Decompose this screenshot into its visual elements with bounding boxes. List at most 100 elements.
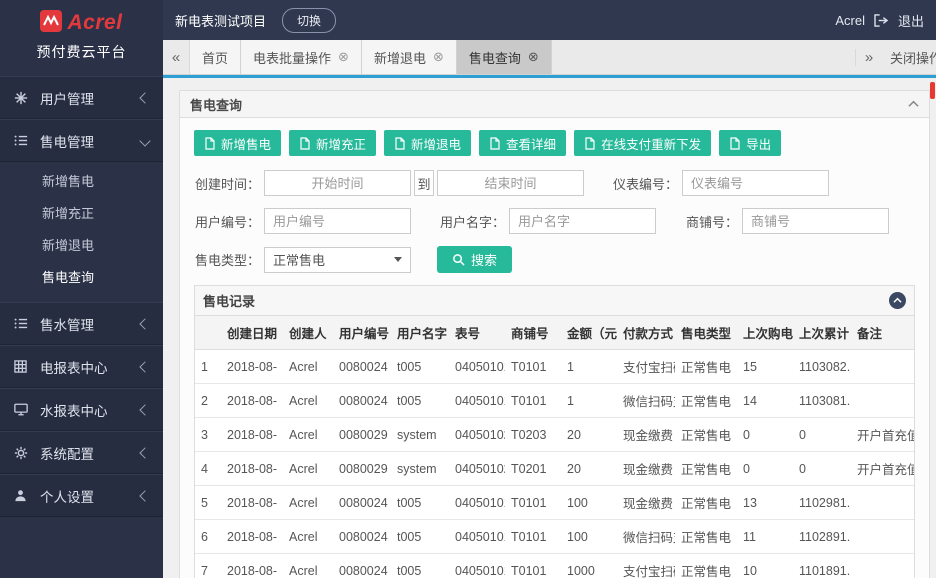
acrel-logo-icon: [40, 10, 62, 35]
table-row[interactable]: 12018-08-Acrel0080024t00504050101T01011支…: [195, 350, 914, 384]
table-cell: 开户首充值: [851, 418, 914, 452]
table-cell: 2018-08-: [221, 486, 283, 520]
toolbar-button-online-pay-reissue[interactable]: 在线支付重新下发: [574, 130, 711, 156]
table-row[interactable]: 62018-08-Acrel0080024t00504050101T010110…: [195, 520, 914, 554]
sidebar-subitem-new-sale[interactable]: 新增售电: [0, 166, 163, 198]
table-cell: T0203: [505, 418, 561, 452]
user-no-input[interactable]: [264, 208, 411, 234]
table-row[interactable]: 22018-08-Acrel0080024t00504050101T01011微…: [195, 384, 914, 418]
chevron-left-icon: [139, 404, 150, 415]
toolbar-button-view-detail[interactable]: 查看详细: [479, 130, 566, 156]
sidebar-item-water-report-center[interactable]: 水报表中心: [0, 388, 163, 431]
user-name-input[interactable]: [509, 208, 656, 234]
toolbar-button-new-sale[interactable]: 新增售电: [194, 130, 281, 156]
start-time-input[interactable]: [264, 170, 411, 196]
table-row[interactable]: 52018-08-Acrel0080024t00504050101T010110…: [195, 486, 914, 520]
shop-no-input[interactable]: [742, 208, 889, 234]
sidebar-subitem-new-correction[interactable]: 新增充正: [0, 198, 163, 230]
tab-sale-query[interactable]: 售电查询⊗: [457, 40, 552, 74]
sale-type-value: 正常售电: [273, 250, 325, 269]
sidebar-item-system-config[interactable]: 系统配置: [0, 431, 163, 474]
end-time-input[interactable]: [437, 170, 584, 196]
report-grid-icon: [14, 360, 31, 373]
tab-home[interactable]: 首页: [190, 40, 241, 74]
scrollbar-thumb[interactable]: [930, 82, 935, 99]
table-cell: [851, 384, 914, 418]
sidebar-item-sale-management[interactable]: 售电管理: [0, 119, 163, 162]
panel-collapse-circle-icon[interactable]: [889, 292, 906, 309]
table-cell: [851, 486, 914, 520]
table-cell: 正常售电: [675, 350, 737, 384]
table-cell: 正常售电: [675, 384, 737, 418]
switch-project-button[interactable]: 切换: [282, 8, 336, 33]
submenu-sale-management: 新增售电新增充正新增退电售电查询: [0, 162, 163, 302]
table-cell: 1: [561, 384, 617, 418]
tabs-scroll-right-icon[interactable]: »: [855, 49, 882, 66]
table-row[interactable]: 42018-08-Acrel0080029system04050102T0201…: [195, 452, 914, 486]
user-icon: [14, 489, 31, 502]
tab-new-refund[interactable]: 新增退电⊗: [362, 40, 457, 74]
table-cell: 正常售电: [675, 520, 737, 554]
table-cell: 1102981.: [793, 486, 851, 520]
chevron-left-icon: [139, 318, 150, 329]
table-cell: T0201: [505, 452, 561, 486]
tab-meter-batch-ops[interactable]: 电表批量操作⊗: [241, 40, 362, 74]
table-cell: 2018-08-: [221, 554, 283, 578]
query-panel-header[interactable]: 售电查询: [179, 90, 930, 118]
table-cell: 2: [195, 384, 221, 418]
records-title: 售电记录: [203, 291, 255, 310]
sidebar-subitem-new-refund[interactable]: 新增退电: [0, 230, 163, 262]
sidebar-item-label: 系统配置: [40, 443, 94, 463]
table-cell: 2018-08-: [221, 418, 283, 452]
tabs-scroll-left-icon[interactable]: «: [163, 40, 190, 74]
table-cell: 正常售电: [675, 418, 737, 452]
logout-button[interactable]: 退出: [898, 11, 924, 30]
tab-close-icon[interactable]: ⊗: [528, 49, 539, 65]
sidebar-item-user-management[interactable]: 用户管理: [0, 76, 163, 119]
table-cell: 0080024: [333, 350, 391, 384]
logout-icon[interactable]: [874, 14, 889, 27]
table-row[interactable]: 72018-08-Acrel0080024t00504050101T010110…: [195, 554, 914, 578]
document-icon: [299, 137, 311, 150]
column-header: 创建人: [283, 316, 333, 350]
sidebar-item-label: 用户管理: [40, 88, 94, 108]
search-button[interactable]: 搜索: [437, 246, 512, 273]
dropdown-arrow-icon: [394, 257, 402, 262]
sidebar-item-electric-report-center[interactable]: 电报表中心: [0, 345, 163, 388]
user-name-label: 用户名字：: [411, 212, 505, 231]
meter-no-input[interactable]: [682, 170, 829, 196]
action-toolbar: 新增售电新增充正新增退电查看详细在线支付重新下发导出: [194, 130, 915, 156]
column-header: 上次购电: [737, 316, 793, 350]
user-no-label: 用户编号：: [194, 212, 260, 231]
sale-type-select[interactable]: 正常售电: [264, 247, 411, 273]
table-cell: 0: [737, 452, 793, 486]
column-header: 商铺号: [505, 316, 561, 350]
column-header: 表号: [449, 316, 505, 350]
column-header: 用户名字: [391, 316, 449, 350]
sidebar-item-personal-settings[interactable]: 个人设置: [0, 474, 163, 517]
collapse-chevron-up-icon[interactable]: [908, 100, 919, 108]
table-cell: [851, 554, 914, 578]
table-cell: 04050101: [449, 350, 505, 384]
table-cell: 0: [737, 418, 793, 452]
records-panel: 售电记录 创建日期创建人用户编号用户名字表号商铺号金额（元付款方式售电类型上次购…: [194, 285, 915, 578]
sidebar-subitem-sale-query[interactable]: 售电查询: [0, 262, 163, 294]
toolbar-button-new-refund[interactable]: 新增退电: [384, 130, 471, 156]
tab-close-icon[interactable]: ⊗: [338, 49, 349, 65]
sale-list-icon: [14, 134, 31, 147]
table-cell: 正常售电: [675, 452, 737, 486]
toolbar-button-new-correction[interactable]: 新增充正: [289, 130, 376, 156]
table-cell: 0080024: [333, 384, 391, 418]
close-operations-button[interactable]: 关闭操作: [882, 48, 936, 67]
sidebar-item-water-sale-management[interactable]: 售水管理: [0, 302, 163, 345]
content: 售电查询 新增售电新增充正新增退电查看详细在线支付重新下发导出 创建时间： 到 …: [163, 78, 936, 578]
tab-close-icon[interactable]: ⊗: [433, 49, 444, 65]
monitor-icon: [14, 403, 31, 416]
main-area: 新电表测试项目 切换 Acrel 退出 « 首页电表批量操作⊗新增退电⊗售电查询…: [163, 0, 936, 578]
toolbar-button-export[interactable]: 导出: [719, 130, 781, 156]
table-row[interactable]: 32018-08-Acrel0080029system04050102T0203…: [195, 418, 914, 452]
table-cell: 11: [737, 520, 793, 554]
project-name: 新电表测试项目: [175, 11, 266, 30]
table-cell: 6: [195, 520, 221, 554]
table-cell: 现金缴费: [617, 486, 675, 520]
